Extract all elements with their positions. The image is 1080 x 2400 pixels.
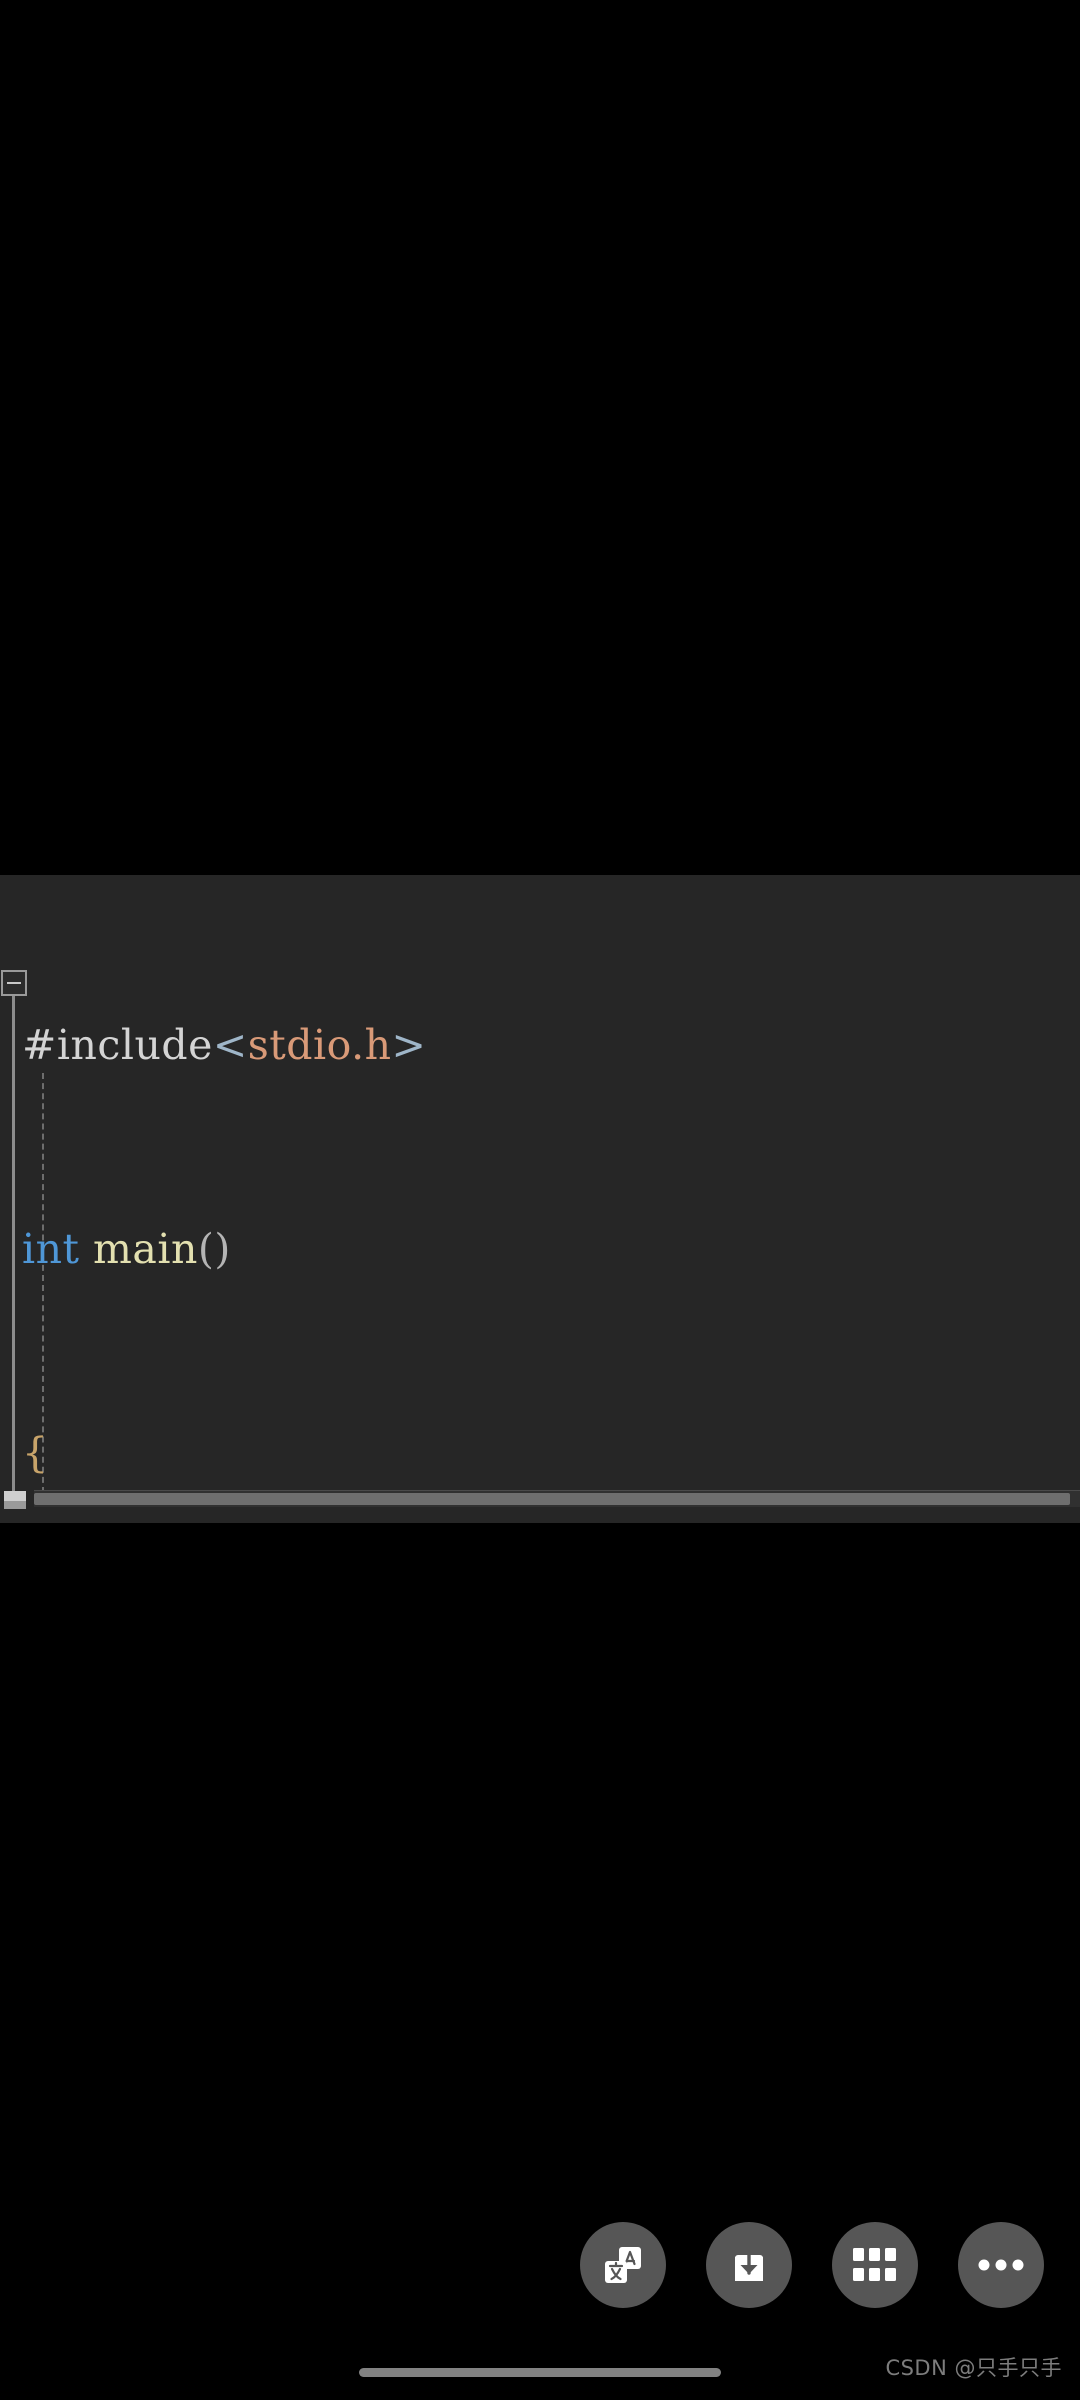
translate-button[interactable] [580, 2222, 666, 2308]
code-token: < [212, 1021, 248, 1069]
download-button[interactable] [706, 2222, 792, 2308]
horizontal-scrollbar[interactable] [34, 1490, 1080, 1507]
code-token: int [22, 1225, 80, 1273]
code-token: main [93, 1225, 198, 1273]
code-lines-container: #include<stdio.h> int main() { int a = 0… [0, 875, 1080, 1523]
screen-root: #include<stdio.h> int main() { int a = 0… [0, 0, 1080, 2400]
code-token: #include [22, 1021, 213, 1069]
code-token: () [197, 1225, 231, 1273]
scrollbar-corner [4, 1491, 26, 1509]
apps-grid-button[interactable] [832, 2222, 918, 2308]
code-line[interactable]: int main() [0, 1215, 1080, 1283]
code-line[interactable]: { [0, 1419, 1080, 1487]
csdn-watermark: CSDN @只手只手 [885, 2356, 1062, 2380]
home-indicator[interactable] [359, 2368, 721, 2377]
translate-icon [599, 2241, 647, 2289]
more-options-icon [978, 2258, 1024, 2272]
more-options-button[interactable] [958, 2222, 1044, 2308]
grid-apps-icon [853, 2248, 897, 2282]
download-icon [725, 2241, 773, 2289]
horizontal-scrollbar-thumb[interactable] [34, 1493, 1070, 1505]
floating-action-bar [580, 2222, 1044, 2308]
code-token: > [391, 1021, 427, 1069]
code-token: stdio.h [247, 1021, 392, 1069]
code-editor-panel[interactable]: #include<stdio.h> int main() { int a = 0… [0, 875, 1080, 1523]
code-line[interactable]: #include<stdio.h> [0, 1011, 1080, 1079]
code-token: { [22, 1429, 49, 1477]
